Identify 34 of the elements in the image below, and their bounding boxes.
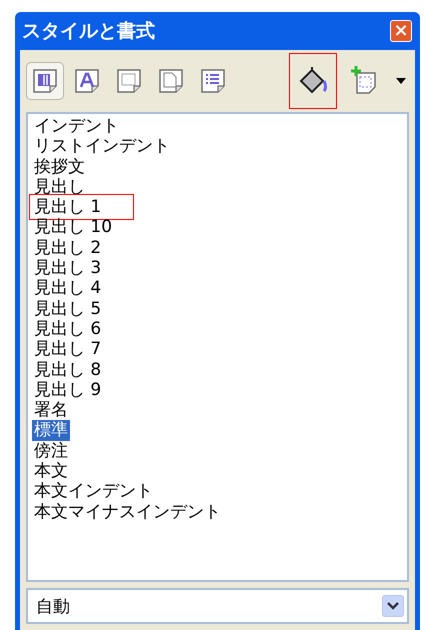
- style-item[interactable]: 見出し 8: [32, 360, 104, 380]
- close-button[interactable]: ×: [390, 20, 412, 42]
- style-item[interactable]: インデント: [32, 116, 121, 136]
- style-item[interactable]: 見出し 10: [32, 217, 114, 238]
- chevron-down-icon: [387, 602, 399, 610]
- style-item[interactable]: 見出し 9: [32, 380, 104, 400]
- style-item[interactable]: 見出し 7: [32, 339, 104, 360]
- filter-dropdown[interactable]: 自動: [26, 588, 409, 624]
- style-item[interactable]: 見出し 2: [32, 238, 104, 258]
- style-icon: [199, 67, 227, 95]
- style-item[interactable]: リストインデント: [32, 136, 172, 157]
- style-item[interactable]: 見出し: [32, 176, 87, 198]
- style-item[interactable]: 見出し 1: [32, 197, 132, 218]
- style-item[interactable]: 署名: [32, 400, 70, 420]
- style-item[interactable]: 見出し 5: [32, 298, 104, 319]
- style-icon: [31, 67, 59, 95]
- dropdown-arrow-button[interactable]: [382, 595, 404, 617]
- style-icon: [157, 67, 185, 95]
- style-item[interactable]: 見出し 4: [32, 278, 104, 299]
- style-icon: [73, 67, 101, 95]
- style-item[interactable]: 本文インデント: [32, 481, 155, 502]
- style-item[interactable]: 傍注: [32, 440, 70, 462]
- style-item[interactable]: 見出し 6: [32, 318, 104, 340]
- style-item[interactable]: 本文: [32, 461, 70, 482]
- style-item[interactable]: 本文マイナスインデント: [32, 502, 223, 522]
- style-item[interactable]: 標準: [32, 420, 70, 441]
- style-item[interactable]: 挨拶文: [32, 156, 87, 177]
- style-family-button[interactable]: [26, 62, 64, 100]
- caret-icon: [396, 78, 406, 84]
- window-title: スタイルと書式: [22, 19, 155, 44]
- fill-format-button[interactable]: [289, 53, 337, 109]
- filter-value: 自動: [36, 596, 70, 618]
- style-icon: [115, 67, 143, 95]
- style-item[interactable]: 見出し 3: [32, 258, 104, 278]
